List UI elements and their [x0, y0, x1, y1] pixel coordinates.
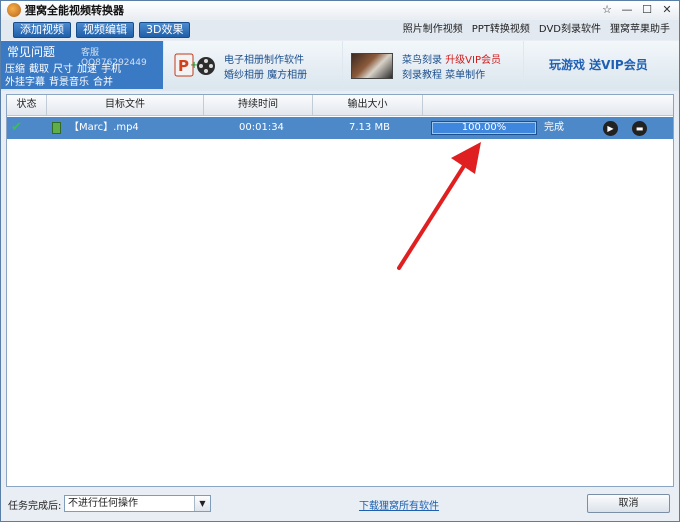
- play-icon[interactable]: ▶: [603, 121, 618, 136]
- video-file-icon: [52, 122, 61, 134]
- column-output-size[interactable]: 输出大小: [313, 95, 423, 115]
- column-duration[interactable]: 持续时间: [204, 95, 313, 115]
- app-logo-icon: [7, 3, 21, 17]
- faq-panel: 常见问题 客服QQ876292449 压缩 截取 尺寸 加速 手机 外挂字幕 背景音乐 合并: [1, 41, 163, 89]
- check-icon: ✔: [11, 120, 22, 135]
- task-table: 状态 目标文件 持续时间 输出大小 ✔ 【Marc】.mp4 00:01:34 …: [6, 94, 674, 487]
- ad-burn-title[interactable]: 菜鸟刻录 升级VIP会员: [402, 51, 501, 66]
- photo-video-link[interactable]: 照片制作视频: [403, 22, 463, 38]
- faq-links-row2: 外挂字幕 背景音乐 合并: [5, 73, 117, 88]
- minimize-button[interactable]: —: [619, 2, 635, 17]
- svg-text:P: P: [178, 57, 189, 75]
- row-duration: 00:01:34: [239, 122, 284, 133]
- 3d-effect-button[interactable]: 3D效果: [139, 22, 191, 38]
- row-state: 完成: [544, 122, 564, 133]
- add-video-button[interactable]: 添加视频: [13, 22, 71, 38]
- title-bar: 狸窝全能视频转换器 ☆ — ☐ ✕: [1, 1, 679, 19]
- ppt-film-logo-icon: P +: [174, 53, 215, 77]
- progress-bar: 100.00%: [431, 121, 537, 135]
- chevron-down-icon[interactable]: ▼: [194, 496, 210, 511]
- faq-title[interactable]: 常见问题: [7, 43, 55, 60]
- ad-album-sub[interactable]: 婚纱相册 魔方相册: [224, 66, 307, 81]
- ad-burn-label: 菜鸟刻录: [402, 55, 442, 66]
- app-window: 狸窝全能视频转换器 ☆ — ☐ ✕ 添加视频 视频编辑 3D效果 照片制作视频 …: [0, 0, 680, 522]
- row-size: 7.13 MB: [349, 122, 390, 133]
- row-file-name: 【Marc】.mp4: [69, 122, 139, 133]
- video-thumbnail-image: [351, 53, 393, 79]
- faq-link-merge[interactable]: 合并: [93, 77, 113, 88]
- upgrade-vip-link[interactable]: 升级VIP会员: [445, 55, 501, 66]
- window-title: 狸窝全能视频转换器: [25, 4, 124, 17]
- edit-video-button[interactable]: 视频编辑: [76, 22, 134, 38]
- ad-burn-sub[interactable]: 刻录教程 菜单制作: [402, 66, 485, 81]
- table-row[interactable]: ✔ 【Marc】.mp4 00:01:34 7.13 MB 100.00% 完成…: [7, 117, 673, 139]
- apple-helper-link[interactable]: 狸窝苹果助手: [610, 22, 670, 38]
- skin-menu-button[interactable]: ☆: [599, 2, 615, 17]
- ad-banner: 常见问题 客服QQ876292449 压缩 截取 尺寸 加速 手机 外挂字幕 背景音乐 合并…: [1, 41, 679, 91]
- after-task-value: 不进行任何操作: [68, 498, 138, 509]
- open-folder-icon[interactable]: ▬: [632, 121, 647, 136]
- dvd-burn-link[interactable]: DVD刻录软件: [539, 22, 601, 38]
- faq-link-music[interactable]: 背景音乐: [49, 77, 89, 88]
- ad-game-vip[interactable]: 玩游戏 送VIP会员: [524, 41, 679, 89]
- toolbar: 添加视频 视频编辑 3D效果 照片制作视频 PPT转换视频 DVD刻录软件 狸窝…: [1, 20, 679, 40]
- column-target-file[interactable]: 目标文件: [47, 95, 204, 115]
- ad-album-title[interactable]: 电子相册制作软件: [224, 51, 304, 66]
- ppt-video-link[interactable]: PPT转换视频: [472, 22, 530, 38]
- table-header: 状态 目标文件 持续时间 输出大小: [7, 95, 673, 116]
- ad-burn[interactable]: 菜鸟刻录 升级VIP会员 刻录教程 菜单制作: [343, 41, 523, 89]
- maximize-button[interactable]: ☐: [639, 2, 655, 17]
- download-all-link[interactable]: 下载狸窝所有软件: [359, 497, 439, 512]
- game-vip-link[interactable]: 玩游戏 送VIP会员: [549, 56, 648, 73]
- after-task-label: 任务完成后:: [8, 501, 62, 512]
- after-task-select[interactable]: 不进行任何操作 ▼: [64, 495, 211, 512]
- ad-album-software[interactable]: P + 电子相册制作软件 婚纱相册 魔方相册: [164, 41, 342, 89]
- column-status[interactable]: 状态: [7, 95, 47, 115]
- cancel-button[interactable]: 取消: [587, 494, 670, 513]
- faq-link-subtitle[interactable]: 外挂字幕: [5, 77, 45, 88]
- close-button[interactable]: ✕: [659, 2, 675, 17]
